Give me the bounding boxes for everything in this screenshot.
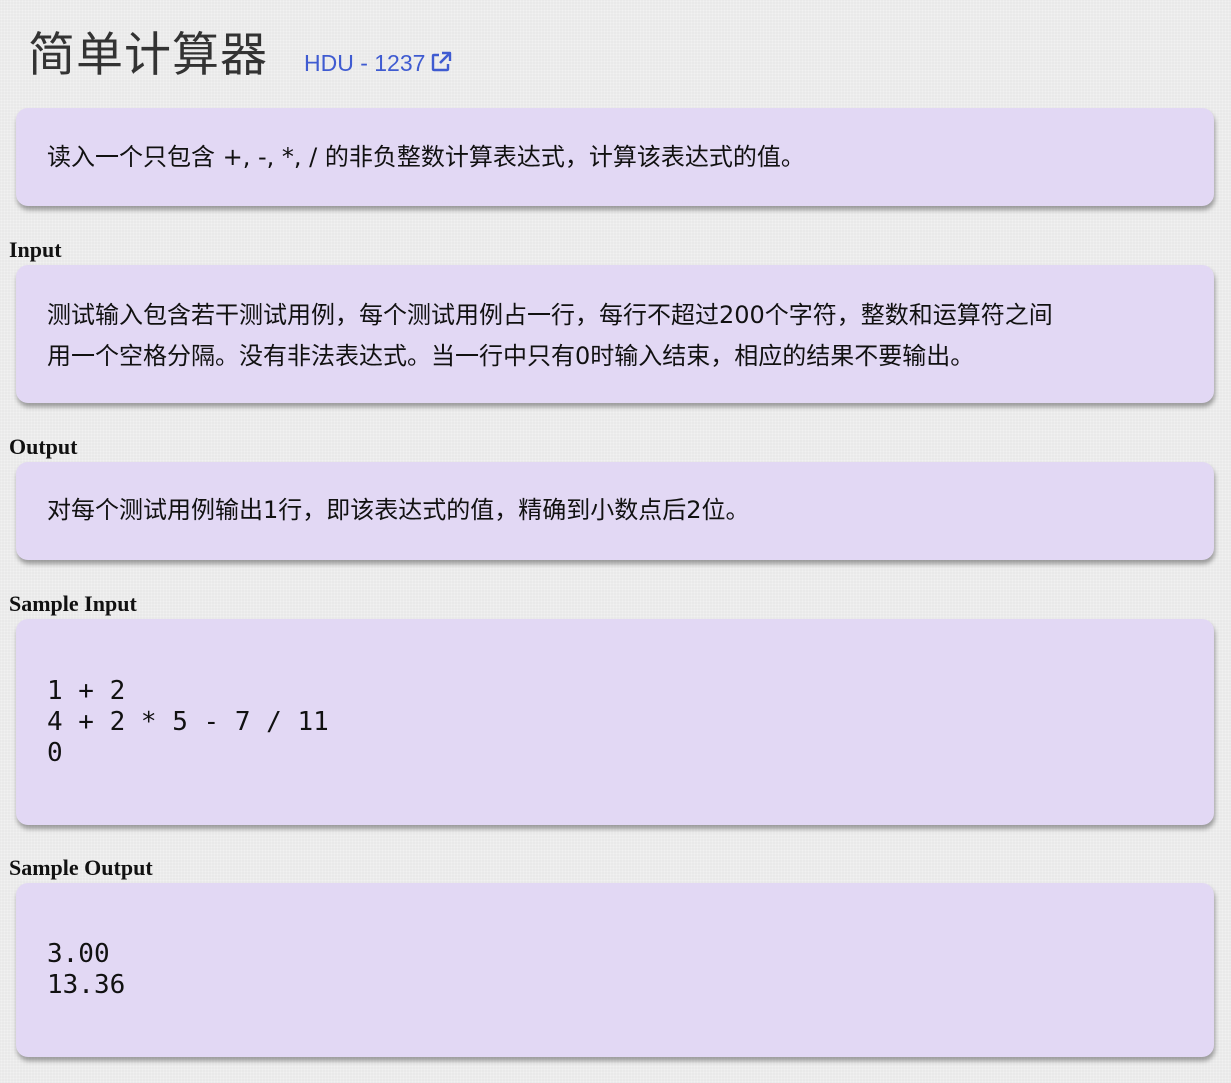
sample-output-line: 3.00 <box>47 939 110 969</box>
sample-input-heading: Sample Input <box>9 591 137 616</box>
sample-output-heading: Sample Output <box>9 855 153 880</box>
input-heading: Input <box>9 237 62 262</box>
output-panel: 对每个测试用例输出1行，即该表达式的值，精确到小数点后2位。 <box>16 462 1214 560</box>
page-title: 简单计算器 <box>28 28 268 83</box>
sample-output-panel: 3.00 13.36 <box>16 883 1214 1057</box>
description-panel: 读入一个只包含 +, -, *, / 的非负整数计算表达式，计算该表达式的值。 <box>16 108 1214 206</box>
source-link-label: HDU - 1237 <box>304 50 426 76</box>
output-heading: Output <box>9 434 78 459</box>
sample-input-line: 4 + 2 * 5 - 7 / 11 <box>47 707 329 737</box>
sample-input-line: 0 <box>47 738 63 768</box>
output-text: 对每个测试用例输出1行，即该表达式的值，精确到小数点后2位。 <box>47 496 750 524</box>
sample-input-line: 1 + 2 <box>47 676 126 706</box>
title-row: 简单计算器 HDU - 1237 <box>28 16 452 85</box>
input-text-line: 用一个空格分隔。没有非法表达式。当一行中只有0时输入结束，相应的结果不要输出。 <box>47 342 975 370</box>
source-link[interactable]: HDU - 1237 <box>304 50 452 77</box>
external-link-icon <box>430 51 452 73</box>
input-panel: 测试输入包含若干测试用例，每个测试用例占一行，每行不超过200个字符，整数和运算… <box>16 265 1214 403</box>
input-text-line: 测试输入包含若干测试用例，每个测试用例占一行，每行不超过200个字符，整数和运算… <box>47 301 1053 329</box>
sample-input-panel: 1 + 2 4 + 2 * 5 - 7 / 11 0 <box>16 619 1214 825</box>
description-text: 读入一个只包含 +, -, *, / 的非负整数计算表达式，计算该表达式的值。 <box>47 143 805 171</box>
sample-output-line: 13.36 <box>47 970 126 1000</box>
